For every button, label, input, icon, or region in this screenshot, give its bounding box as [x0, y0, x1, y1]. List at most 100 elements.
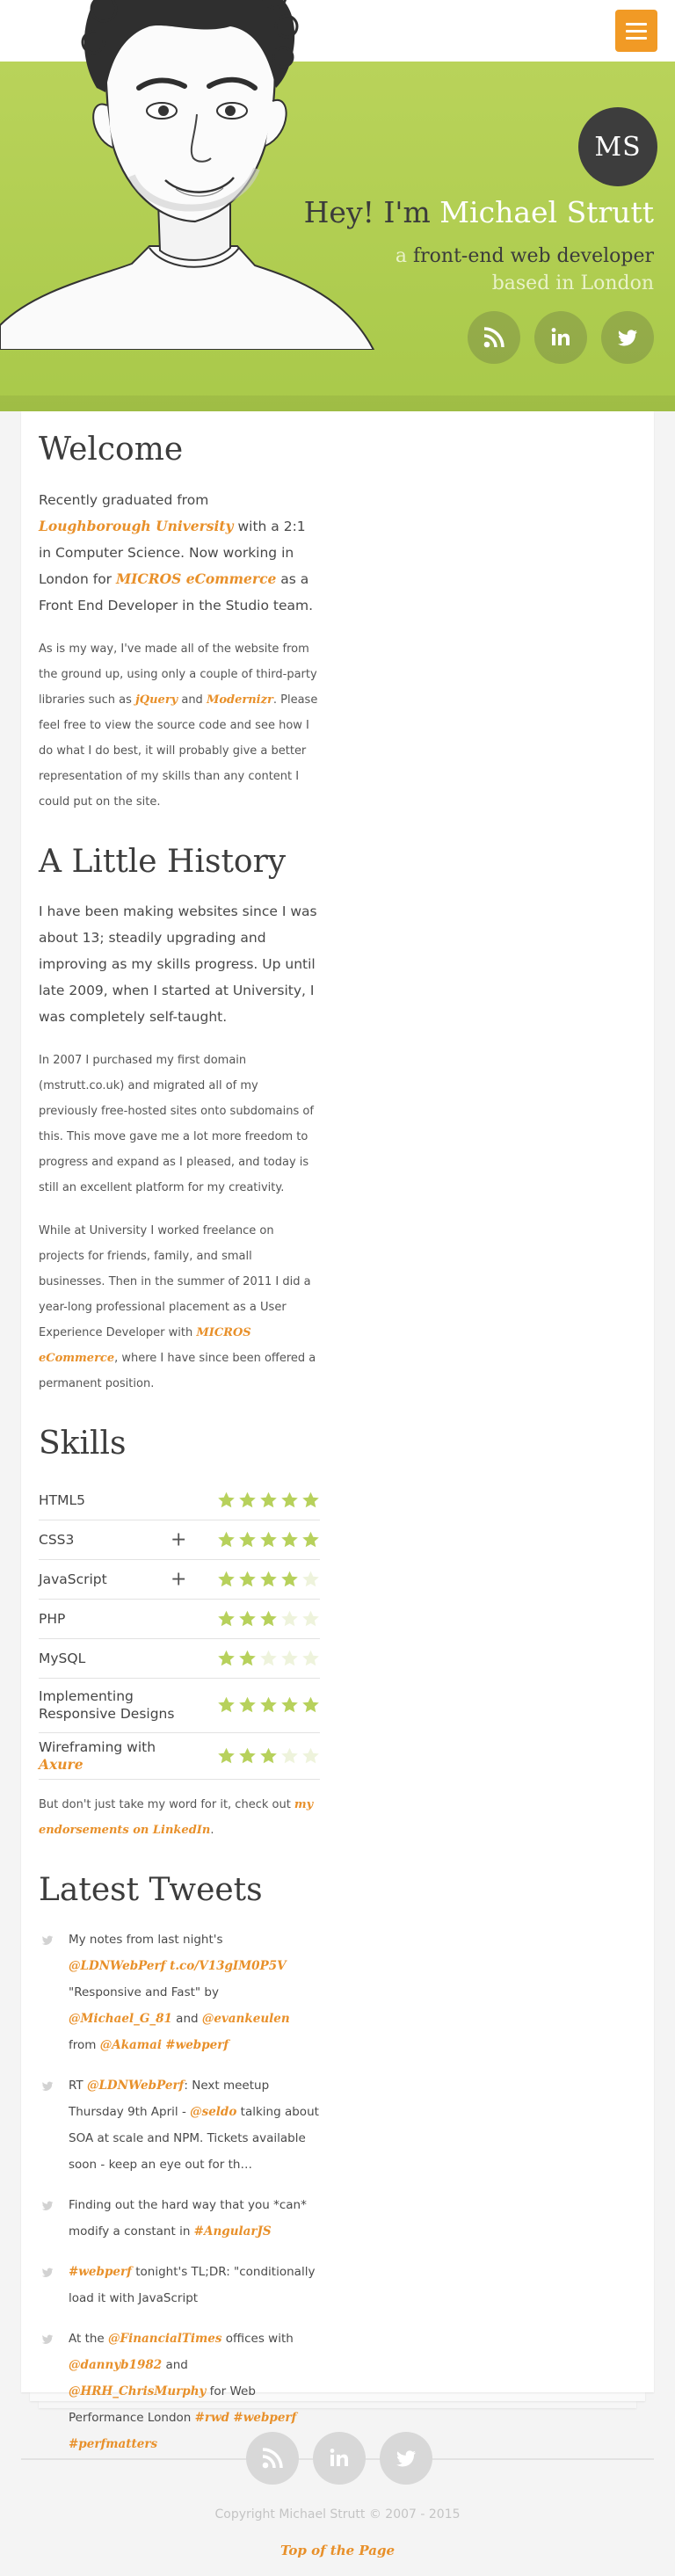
hamburger-icon[interactable] — [615, 10, 657, 52]
footer-social-links — [246, 2432, 432, 2485]
star-filled-icon — [239, 1650, 256, 1666]
skill-row: Wireframing with Axure — [39, 1733, 320, 1780]
modernizr-link[interactable]: Modernizr — [207, 693, 273, 707]
skill-label: Wireframing with — [39, 1738, 156, 1755]
tweet-link[interactable]: #webperf — [165, 2038, 229, 2052]
star-filled-icon — [218, 1491, 235, 1508]
tweet-text: and — [171, 2012, 202, 2027]
tweet-link[interactable]: @Akamai — [100, 2038, 162, 2052]
twitter-icon — [41, 1935, 54, 1946]
skill-name: Implementing Responsive Designs — [39, 1687, 197, 1723]
tweet-link[interactable]: @HRH_ChrisMurphy — [69, 2384, 206, 2398]
tweet-link[interactable]: #AngularJS — [194, 2224, 272, 2239]
history-body-1: In 2007 I purchased my first domain (mst… — [39, 1054, 314, 1195]
star-filled-icon — [218, 1531, 235, 1548]
star-filled-icon — [239, 1531, 256, 1548]
sub-a: a — [395, 245, 413, 267]
twitter-icon — [41, 2268, 54, 2278]
jquery-link[interactable]: jQuery — [135, 693, 178, 707]
tweet-link[interactable]: #webperf — [233, 2411, 296, 2425]
monogram-logo: MS — [578, 107, 657, 186]
skill-row[interactable]: JavaScript + — [39, 1560, 320, 1600]
tweet-link[interactable]: #perfmatters — [69, 2437, 157, 2451]
star-empty-icon — [302, 1747, 319, 1764]
hero-subtitle: a front-end web developer based in Londo… — [364, 243, 654, 297]
skill-row[interactable]: CSS3 + — [39, 1520, 320, 1560]
tweet-link[interactable]: @seldo — [190, 2105, 236, 2119]
tweet-link[interactable]: #rwd — [195, 2411, 230, 2425]
star-empty-icon — [302, 1650, 319, 1666]
star-filled-icon — [281, 1491, 298, 1508]
tweet-link[interactable]: @evankeulen — [202, 2012, 290, 2026]
linkedin-icon[interactable] — [313, 2432, 366, 2485]
twitter-icon[interactable] — [380, 2432, 432, 2485]
star-filled-icon — [281, 1571, 298, 1587]
star-empty-icon — [281, 1747, 298, 1764]
skill-name: PHP — [39, 1610, 197, 1628]
star-filled-icon — [302, 1696, 319, 1713]
rss-icon[interactable] — [246, 2432, 299, 2485]
endorsements-text: But don't just take my word for it, chec… — [39, 1792, 320, 1843]
skill-name: MySQL — [39, 1650, 197, 1667]
tweet-link[interactable]: @LDNWebPerf — [87, 2079, 184, 2093]
twitter-icon[interactable] — [601, 311, 654, 364]
axure-link[interactable]: Axure — [39, 1756, 83, 1773]
star-filled-icon — [260, 1610, 277, 1627]
skill-name: Wireframing with Axure — [39, 1738, 197, 1774]
skill-rating — [217, 1491, 320, 1509]
star-filled-icon — [260, 1531, 277, 1548]
star-filled-icon — [239, 1696, 256, 1713]
history-body-2: While at University I worked freelance o… — [39, 1218, 320, 1397]
skill-rating — [217, 1609, 320, 1628]
tweet-item: #webperf tonight's TL;DR: "conditionally… — [39, 2259, 320, 2311]
micros-link[interactable]: MICROS eCommerce — [116, 570, 276, 587]
content-column: Welcome Recently graduated from Loughbor… — [39, 432, 320, 2471]
welcome-body: As is my way, I've made all of the websi… — [39, 636, 320, 815]
twitter-icon — [41, 2334, 54, 2345]
skill-row: HTML5 — [39, 1481, 320, 1520]
tweet-text: At the — [69, 2332, 109, 2347]
star-filled-icon — [218, 1650, 235, 1666]
menu-line — [626, 36, 647, 40]
tweet-text: RT — [69, 2079, 87, 2093]
skill-row: PHP — [39, 1600, 320, 1639]
welcome-heading: Welcome — [39, 432, 184, 468]
tweet-link[interactable]: @FinancialTimes — [108, 2332, 221, 2346]
copyright: Copyright Michael Strutt © 2007 - 2015 — [214, 2507, 461, 2522]
star-filled-icon — [260, 1747, 277, 1764]
text: While at University I worked freelance o… — [39, 1224, 311, 1340]
star-filled-icon — [281, 1531, 298, 1548]
content-card: Welcome Recently graduated from Loughbor… — [21, 411, 654, 2451]
star-filled-icon — [218, 1571, 235, 1587]
text: . — [210, 1823, 214, 1837]
tweet-link[interactable]: #webperf — [69, 2265, 132, 2279]
tweet-link[interactable]: @Michael_G_81 — [69, 2012, 172, 2026]
menu-line — [626, 22, 647, 25]
role: front-end web developer — [413, 245, 654, 267]
star-filled-icon — [218, 1747, 235, 1764]
sub-b: based in London — [491, 272, 654, 294]
linkedin-icon[interactable] — [534, 311, 587, 364]
rss-icon[interactable] — [468, 311, 520, 364]
loughborough-link[interactable]: Loughborough University — [39, 518, 234, 534]
star-filled-icon — [218, 1696, 235, 1713]
hero-social-links — [468, 311, 654, 364]
portrait-illustration — [0, 0, 375, 350]
tweet-link[interactable]: @dannyb1982 — [69, 2358, 162, 2372]
twitter-icon — [41, 2201, 54, 2211]
expand-plus-icon[interactable]: + — [171, 1568, 186, 1590]
twitter-icon — [41, 2081, 54, 2092]
star-empty-icon — [302, 1610, 319, 1627]
tweets-heading: Latest Tweets — [39, 1871, 263, 1908]
skill-row: MySQL — [39, 1639, 320, 1679]
star-filled-icon — [302, 1531, 319, 1548]
tweet-item: My notes from last night's @LDNWebPerf t… — [39, 1927, 320, 2058]
history-intro: I have been making websites since I was … — [39, 903, 317, 1026]
skill-rating — [217, 1746, 320, 1765]
star-filled-icon — [260, 1696, 277, 1713]
star-filled-icon — [239, 1491, 256, 1508]
star-empty-icon — [260, 1650, 277, 1666]
expand-plus-icon[interactable]: + — [171, 1528, 186, 1550]
top-of-page-link-text[interactable]: Top of the Page — [280, 2543, 395, 2558]
tweet-link[interactable]: @LDNWebPerf t.co/V13gIM0P5V — [69, 1959, 287, 1973]
